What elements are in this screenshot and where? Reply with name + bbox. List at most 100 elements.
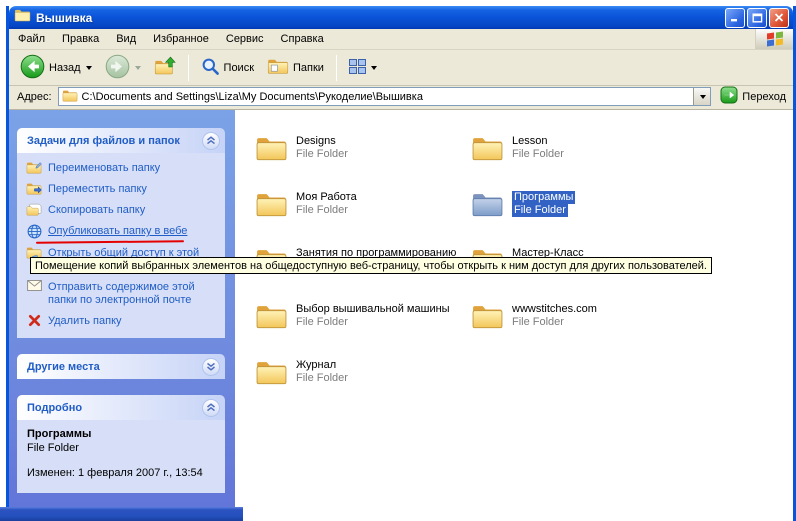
tooltip: Помещение копий выбранных элементов на о…	[30, 257, 712, 274]
file-type: File Folder	[512, 148, 564, 161]
menu-favorites[interactable]: Избранное	[153, 33, 209, 45]
chevron-up-icon[interactable]	[202, 132, 220, 150]
views-dropdown-icon[interactable]	[371, 66, 377, 70]
task-sidebar: Задачи для файлов и папок Переименовать …	[9, 110, 235, 521]
menu-edit[interactable]: Правка	[62, 33, 99, 45]
copy-folder-icon	[26, 203, 42, 216]
chevron-down-icon	[700, 95, 706, 99]
go-label: Переход	[742, 91, 786, 103]
standard-toolbar: Назад Поиск	[9, 50, 793, 86]
views-button[interactable]	[344, 56, 382, 80]
pane-body-file-tasks: Переименовать папку Переместить папку	[17, 153, 225, 338]
file-tile-zhurnal[interactable]: ЖурналFile Folder	[255, 356, 471, 388]
back-button[interactable]: Назад	[15, 51, 97, 85]
pane-body-details: Программы File Folder Изменен: 1 февраля…	[17, 420, 225, 493]
task-label: Переместить папку	[48, 183, 210, 196]
menu-help[interactable]: Справка	[281, 33, 324, 45]
file-tile-wwwstitches[interactable]: wwwstitches.comFile Folder	[471, 300, 687, 332]
file-type: File Folder	[512, 204, 568, 217]
folder-icon	[255, 303, 288, 329]
search-label: Поиск	[224, 61, 254, 74]
up-button[interactable]	[149, 53, 181, 82]
folder-icon	[255, 359, 288, 385]
email-envelope-icon	[26, 280, 42, 291]
chevron-up-icon[interactable]	[202, 399, 220, 417]
publish-web-globe-icon	[26, 224, 42, 239]
address-label: Адрес:	[17, 91, 52, 103]
task-label: Переименовать папку	[48, 162, 210, 175]
task-rename-folder[interactable]: Переименовать папку	[26, 162, 219, 175]
forward-dropdown-icon[interactable]	[135, 66, 141, 70]
address-dropdown-button[interactable]	[693, 88, 710, 105]
go-button[interactable]: Переход	[717, 86, 789, 107]
details-item-name: Программы	[27, 428, 217, 440]
pane-other-places: Другие места	[17, 354, 225, 379]
file-tile-designs[interactable]: DesignsFile Folder	[255, 132, 471, 164]
window-folder-icon	[14, 8, 31, 27]
minimize-button[interactable]	[725, 8, 745, 28]
task-delete-folder[interactable]: Удалить папку	[26, 315, 219, 328]
details-modified-date: Изменен: 1 февраля 2007 г., 13:54	[27, 467, 217, 479]
folder-icon	[471, 303, 504, 329]
pane-title: Задачи для файлов и папок	[27, 135, 180, 147]
folders-icon	[267, 57, 289, 78]
address-path: C:\Documents and Settings\Liza\My Docume…	[82, 91, 690, 103]
back-arrow-icon	[20, 54, 45, 82]
back-label: Назад	[49, 61, 81, 74]
toolbar-separator	[188, 55, 189, 81]
task-label: Опубликовать папку в вебе	[48, 225, 210, 238]
forward-arrow-icon	[105, 54, 130, 82]
pane-details: Подробно Программы File Folder Изменен: …	[17, 395, 225, 493]
file-tile-programmy-selected[interactable]: ПрограммыFile Folder	[471, 188, 687, 220]
desktop: Вышивка Файл Правка Вид Избранное Сервис…	[0, 0, 796, 521]
window-title: Вышивка	[36, 11, 720, 25]
file-list-area[interactable]: DesignsFile Folder LessonFile Folder Моя…	[235, 110, 793, 521]
file-tile-lesson[interactable]: LessonFile Folder	[471, 132, 687, 164]
task-email-folder[interactable]: Отправить содержимое этой папки по элект…	[26, 281, 219, 307]
menu-tools[interactable]: Сервис	[226, 33, 264, 45]
windows-logo	[755, 29, 793, 49]
address-bar: Адрес: C:\Documents and Settings\Liza\My…	[9, 86, 793, 110]
address-folder-icon	[62, 89, 78, 105]
task-copy-folder[interactable]: Скопировать папку	[26, 204, 219, 217]
folders-button[interactable]: Папки	[262, 54, 329, 81]
menu-file[interactable]: Файл	[18, 33, 45, 45]
title-bar[interactable]: Вышивка	[9, 6, 793, 29]
task-label: Удалить папку	[48, 315, 210, 328]
menu-bar: Файл Правка Вид Избранное Сервис Справка	[9, 29, 793, 50]
folder-icon-selected	[471, 191, 504, 217]
back-dropdown-icon[interactable]	[86, 66, 92, 70]
task-move-folder[interactable]: Переместить папку	[26, 183, 219, 196]
file-name: Программы	[512, 191, 575, 204]
folder-icon	[471, 135, 504, 161]
taskbar-fragment	[0, 507, 243, 521]
file-name: Выбор вышивальной машины	[296, 303, 450, 316]
file-tile-vybor-mashiny[interactable]: Выбор вышивальной машиныFile Folder	[255, 300, 471, 332]
toolbar-separator	[336, 55, 337, 81]
forward-button[interactable]	[100, 51, 146, 85]
close-button[interactable]	[769, 8, 789, 28]
pane-title: Подробно	[27, 402, 82, 414]
search-button[interactable]: Поиск	[196, 54, 259, 82]
pane-header-file-tasks[interactable]: Задачи для файлов и папок	[17, 128, 225, 153]
up-folder-icon	[154, 56, 176, 79]
go-arrow-icon	[720, 86, 738, 107]
windows-flag-icon	[767, 32, 783, 46]
rename-folder-icon	[26, 161, 42, 174]
pane-file-tasks: Задачи для файлов и папок Переименовать …	[17, 128, 225, 338]
menu-view[interactable]: Вид	[116, 33, 136, 45]
address-input[interactable]: C:\Documents and Settings\Liza\My Docume…	[58, 87, 712, 106]
pane-title: Другие места	[27, 361, 100, 373]
file-type: File Folder	[296, 148, 348, 161]
file-tile-moya-rabota[interactable]: Моя РаботаFile Folder	[255, 188, 471, 220]
pane-header-details[interactable]: Подробно	[17, 395, 225, 420]
pane-header-other-places[interactable]: Другие места	[17, 354, 225, 379]
file-type: File Folder	[512, 316, 597, 329]
details-item-type: File Folder	[27, 442, 217, 454]
search-icon	[201, 57, 220, 79]
maximize-button[interactable]	[747, 8, 767, 28]
task-label: Отправить содержимое этой папки по элект…	[48, 281, 210, 307]
task-label: Скопировать папку	[48, 204, 210, 217]
task-publish-folder-web[interactable]: Опубликовать папку в вебе	[26, 225, 219, 239]
chevron-down-icon[interactable]	[202, 358, 220, 376]
